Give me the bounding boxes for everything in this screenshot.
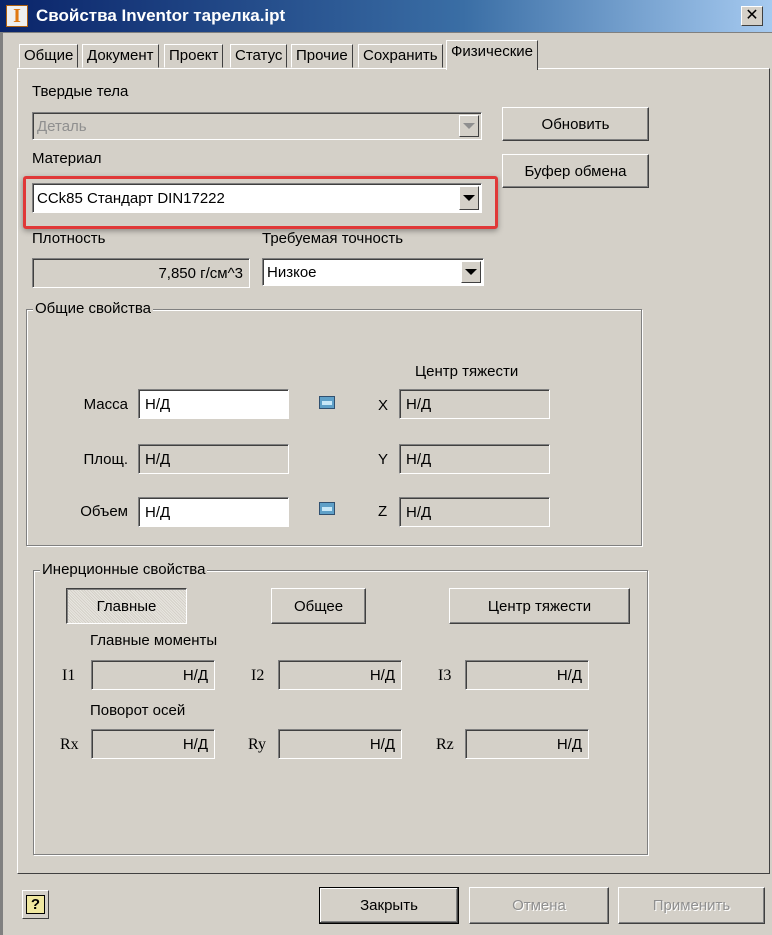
- cg-z-field: Н/Д: [399, 497, 550, 527]
- density-value: 7,850 г/см^3: [158, 264, 243, 282]
- rx-field: Н/Д: [91, 729, 215, 759]
- global-button[interactable]: Общее: [271, 588, 366, 624]
- cg-y-label: Y: [378, 451, 389, 468]
- close-button[interactable]: Закрыть: [319, 887, 459, 924]
- principal-button[interactable]: Главные: [66, 588, 187, 624]
- inertia-properties-title: Инерционные свойства: [40, 561, 208, 578]
- close-icon: ✕: [745, 7, 759, 24]
- cg-y-value: Н/Д: [406, 450, 432, 468]
- i3-label: I3: [438, 667, 452, 684]
- area-value: Н/Д: [145, 450, 171, 468]
- solids-select[interactable]: Деталь: [32, 112, 482, 140]
- general-properties-title: Общие свойства: [33, 300, 154, 317]
- i2-label: I2: [251, 667, 265, 684]
- ry-label: Ry: [248, 736, 267, 753]
- calculator-icon[interactable]: [319, 502, 335, 515]
- axis-rotation-title: Поворот осей: [90, 702, 186, 719]
- update-button[interactable]: Обновить: [502, 107, 649, 141]
- accuracy-select[interactable]: Низкое: [262, 258, 484, 286]
- cg-x-label: X: [378, 397, 389, 414]
- help-button[interactable]: ?: [22, 890, 49, 919]
- rx-value: Н/Д: [182, 735, 208, 753]
- rx-label: Rx: [60, 736, 79, 753]
- area-label: Площ.: [83, 451, 128, 468]
- rz-field: Н/Д: [465, 729, 589, 759]
- area-field: Н/Д: [138, 444, 289, 474]
- i3-value: Н/Д: [556, 666, 582, 684]
- volume-value: Н/Д: [145, 503, 171, 521]
- tab-physical[interactable]: Физические: [446, 40, 538, 70]
- close-window-button[interactable]: ✕: [741, 6, 763, 26]
- tab-document[interactable]: Документ: [82, 44, 159, 68]
- density-field: 7,850 г/см^3: [32, 258, 250, 288]
- chevron-down-icon: [459, 115, 479, 137]
- i2-field: Н/Д: [278, 660, 402, 690]
- i1-field: Н/Д: [91, 660, 215, 690]
- i1-value: Н/Д: [182, 666, 208, 684]
- tab-other[interactable]: Прочие: [291, 44, 353, 68]
- volume-field[interactable]: Н/Д: [138, 497, 289, 527]
- density-label: Плотность: [32, 230, 106, 247]
- i2-value: Н/Д: [369, 666, 395, 684]
- background-window-edge: [0, 33, 3, 935]
- solids-label: Твердые тела: [32, 83, 129, 100]
- window-title: Свойства Inventor тарелка.ipt: [36, 6, 286, 25]
- accuracy-label: Требуемая точность: [262, 230, 404, 247]
- calculator-icon[interactable]: [319, 396, 335, 409]
- volume-label: Объем: [80, 503, 128, 520]
- i3-field: Н/Д: [465, 660, 589, 690]
- ry-field: Н/Д: [278, 729, 402, 759]
- material-label: Материал: [32, 150, 102, 167]
- material-highlight-frame: [23, 176, 498, 229]
- tab-save[interactable]: Сохранить: [358, 44, 443, 68]
- cg-x-value: Н/Д: [406, 395, 432, 413]
- mass-label: Масса: [83, 396, 128, 413]
- mass-value: Н/Д: [145, 395, 171, 413]
- cancel-button[interactable]: Отмена: [469, 887, 609, 924]
- clipboard-button[interactable]: Буфер обмена: [502, 154, 649, 188]
- mass-field[interactable]: Н/Д: [138, 389, 289, 419]
- rz-label: Rz: [436, 736, 454, 753]
- principal-moments-title: Главные моменты: [90, 632, 218, 649]
- help-icon: ?: [26, 895, 45, 914]
- rz-value: Н/Д: [556, 735, 582, 753]
- center-of-gravity-title: Центр тяжести: [415, 363, 519, 380]
- center-of-gravity-button[interactable]: Центр тяжести: [449, 588, 630, 624]
- cg-y-field: Н/Д: [399, 444, 550, 474]
- apply-button[interactable]: Применить: [618, 887, 765, 924]
- tab-general[interactable]: Общие: [19, 44, 79, 68]
- cg-x-field: Н/Д: [399, 389, 550, 419]
- chevron-down-icon: [461, 261, 481, 283]
- cg-z-value: Н/Д: [406, 503, 432, 521]
- ry-value: Н/Д: [369, 735, 395, 753]
- accuracy-value: Низкое: [267, 263, 317, 281]
- tab-project[interactable]: Проект: [164, 44, 224, 68]
- cg-z-label: Z: [378, 503, 388, 520]
- tab-status[interactable]: Статус: [230, 44, 288, 68]
- i1-label: I1: [62, 667, 76, 684]
- solids-value: Деталь: [37, 117, 87, 135]
- inventor-app-icon: I: [6, 5, 28, 27]
